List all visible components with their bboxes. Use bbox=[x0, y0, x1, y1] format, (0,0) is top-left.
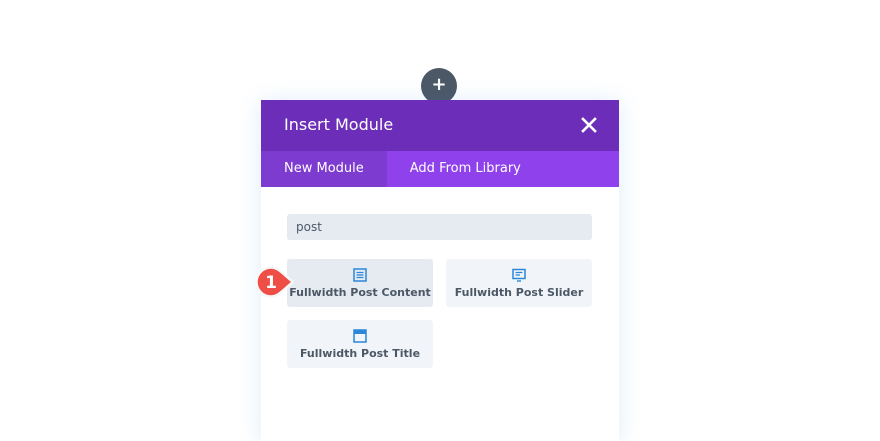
module-label: Fullwidth Post Content bbox=[289, 286, 431, 299]
modal-title: Insert Module bbox=[284, 115, 394, 134]
close-icon[interactable] bbox=[579, 115, 599, 135]
module-fullwidth-post-slider[interactable]: Fullwidth Post Slider bbox=[446, 259, 592, 307]
post-title-icon bbox=[353, 328, 367, 343]
post-slider-icon bbox=[512, 267, 526, 282]
tab-new-module[interactable]: New Module bbox=[261, 151, 387, 187]
modal-tabs: New Module Add From Library bbox=[261, 151, 619, 187]
module-label: Fullwidth Post Title bbox=[299, 347, 421, 360]
modal-body: Fullwidth Post Content Fullwidth Post Sl… bbox=[261, 187, 619, 441]
module-fullwidth-post-title[interactable]: Fullwidth Post Title bbox=[287, 320, 433, 368]
module-label: Fullwidth Post Slider bbox=[454, 286, 584, 299]
module-fullwidth-post-content[interactable]: Fullwidth Post Content bbox=[287, 259, 433, 307]
post-content-icon bbox=[353, 267, 367, 282]
step-number: 1 bbox=[265, 273, 277, 293]
step-badge: 1 bbox=[254, 265, 295, 299]
insert-module-modal: Insert Module New Module Add From Librar… bbox=[261, 100, 619, 441]
tab-add-from-library[interactable]: Add From Library bbox=[387, 151, 544, 187]
add-module-button[interactable]: + bbox=[421, 68, 457, 104]
modal-header: Insert Module bbox=[261, 100, 619, 151]
module-search-input[interactable] bbox=[287, 214, 592, 240]
